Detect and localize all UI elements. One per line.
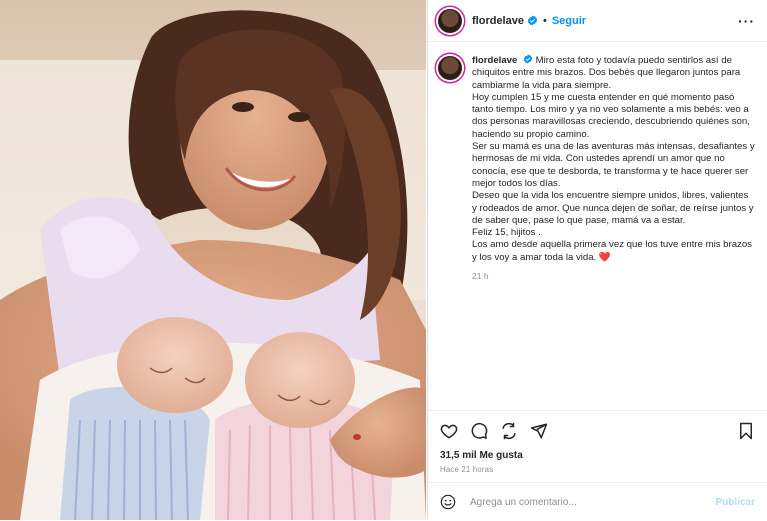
action-bar bbox=[428, 410, 767, 451]
caption-paragraph: Deseo que la vida los encuentre siempre … bbox=[472, 190, 754, 226]
caption-paragraph: Feliz 15, hijitos . bbox=[472, 227, 541, 239]
avatar[interactable] bbox=[438, 8, 462, 33]
more-options-icon[interactable]: ··· bbox=[738, 13, 755, 29]
caption-time: 21 h bbox=[472, 271, 489, 282]
heart-icon bbox=[440, 424, 458, 439]
comment-button[interactable] bbox=[468, 420, 490, 442]
post-panel: flordelave • Seguir ··· flordelave Miro … bbox=[427, 0, 767, 520]
share-icon bbox=[502, 422, 516, 440]
emoji-icon[interactable] bbox=[440, 494, 456, 510]
separator-dot: • bbox=[542, 14, 547, 27]
share-button[interactable] bbox=[498, 420, 520, 442]
caption-paragraph: Hoy cumplen 15 y me cuesta entender en q… bbox=[472, 91, 750, 140]
comment-input[interactable] bbox=[468, 495, 716, 509]
caption-block: flordelave Miro esta foto y todavía pued… bbox=[428, 42, 767, 282]
send-icon bbox=[530, 423, 548, 439]
publish-button[interactable]: Publicar bbox=[716, 497, 755, 508]
caption-paragraph: flordelave Miro esta foto y todavía pued… bbox=[472, 54, 755, 92]
post-timestamp: Hace 21 horas bbox=[440, 465, 494, 474]
caption: flordelave Miro esta foto y todavía pued… bbox=[472, 54, 755, 282]
caption-username[interactable]: flordelave bbox=[472, 55, 517, 66]
caption-avatar[interactable] bbox=[438, 56, 462, 80]
mother-and-twins-photo bbox=[0, 0, 426, 520]
likes-count[interactable]: 31,5 mil Me gusta bbox=[440, 450, 523, 461]
comment-icon bbox=[471, 422, 488, 439]
follow-button[interactable]: Seguir bbox=[552, 15, 586, 27]
header-username[interactable]: flordelave bbox=[472, 15, 524, 27]
bookmark-icon bbox=[740, 422, 752, 440]
like-button[interactable] bbox=[438, 420, 460, 442]
verified-badge-icon bbox=[527, 15, 538, 26]
caption-paragraph: Los amo desde aquella primera vez que lo… bbox=[472, 239, 752, 263]
comment-bar: Publicar bbox=[428, 482, 767, 521]
caption-paragraph: Ser su mamá es una de las aventuras más … bbox=[472, 141, 755, 189]
post-photo bbox=[0, 0, 426, 520]
send-button[interactable] bbox=[528, 420, 550, 442]
save-button[interactable] bbox=[735, 420, 757, 442]
post-header: flordelave • Seguir ··· bbox=[428, 0, 767, 42]
verified-badge-icon bbox=[523, 54, 533, 64]
